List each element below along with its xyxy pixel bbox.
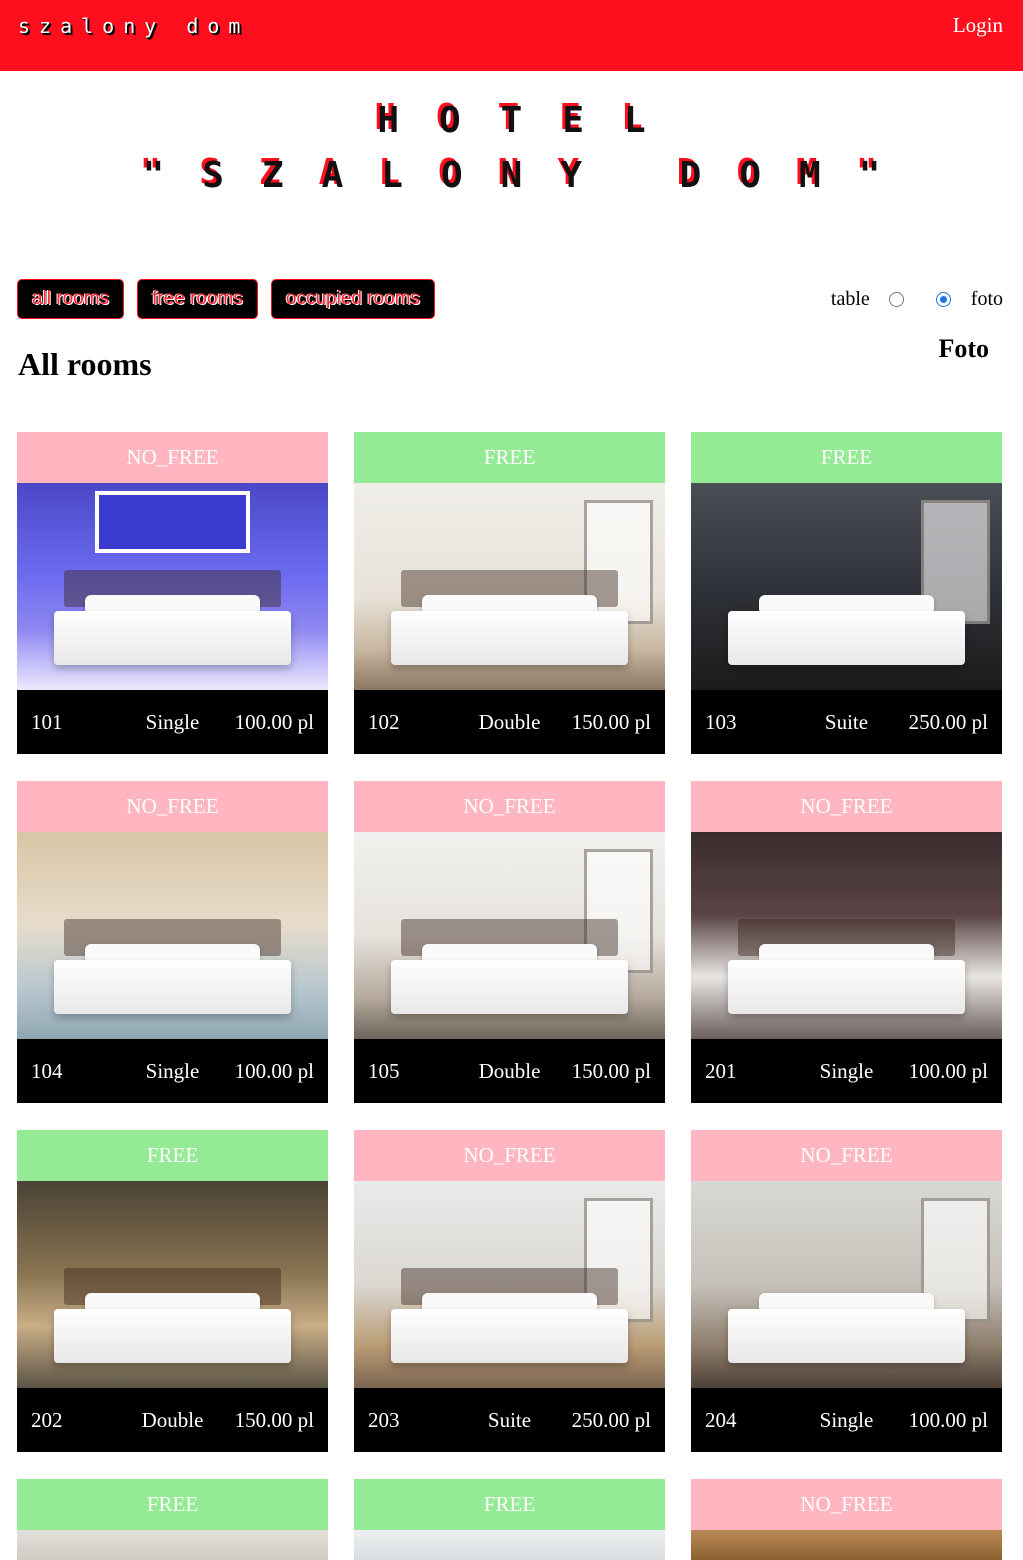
room-number: 204	[705, 1407, 737, 1432]
login-link[interactable]: Login	[953, 13, 1003, 38]
room-info-bar: 202 Double 150.00 pl	[17, 1388, 328, 1452]
brand-logo[interactable]: szalony dom	[18, 14, 249, 38]
room-photo	[354, 1181, 665, 1388]
room-number: 101	[31, 709, 63, 734]
room-info-bar: 102 Double 150.00 pl	[354, 690, 665, 754]
room-photo	[691, 1181, 1002, 1388]
hero-title-line2: "SZALONY DOM"	[142, 155, 919, 196]
room-info-bar: 101 Single 100.00 pl	[17, 690, 328, 754]
room-status-badge: FREE	[17, 1479, 328, 1530]
room-price: 150.00 pl	[571, 1058, 651, 1083]
room-photo	[691, 1530, 1002, 1560]
room-number: 201	[705, 1058, 737, 1083]
room-number: 203	[368, 1407, 400, 1432]
view-mode-title: Foto	[938, 334, 989, 363]
room-number: 105	[368, 1058, 400, 1083]
room-card[interactable]: NO_FREE 203 Suite 250.00 pl	[354, 1130, 665, 1452]
room-photo	[354, 832, 665, 1039]
room-status-badge: NO_FREE	[691, 1130, 1002, 1181]
view-toggle: table foto	[831, 288, 1003, 311]
room-price: 150.00 pl	[571, 709, 651, 734]
room-status-badge: NO_FREE	[354, 781, 665, 832]
room-number: 102	[368, 709, 400, 734]
hero-title: HOTEL "SZALONY DOM"	[0, 100, 1023, 196]
filter-occupied-rooms-button[interactable]: occupied rooms	[270, 279, 436, 319]
room-price: 150.00 pl	[234, 1407, 314, 1432]
room-price: 100.00 pl	[908, 1407, 988, 1432]
room-info-bar: 204 Single 100.00 pl	[691, 1388, 1002, 1452]
room-status-badge: NO_FREE	[17, 432, 328, 483]
room-card[interactable]: FREE 102 Double 150.00 pl	[354, 432, 665, 754]
room-card[interactable]: FREE 202 Double 150.00 pl	[17, 1130, 328, 1452]
room-status-badge: NO_FREE	[691, 1479, 1002, 1530]
room-info-bar: 103 Suite 250.00 pl	[691, 690, 1002, 754]
room-card[interactable]: NO_FREE 104 Single 100.00 pl	[17, 781, 328, 1103]
room-photo	[17, 832, 328, 1039]
room-card[interactable]: FREE 103 Suite 250.00 pl	[691, 432, 1002, 754]
room-status-badge: NO_FREE	[17, 781, 328, 832]
room-info-bar: 201 Single 100.00 pl	[691, 1039, 1002, 1103]
filter-free-rooms-button[interactable]: free rooms	[137, 279, 258, 319]
room-price: 100.00 pl	[908, 1058, 988, 1083]
room-status-badge: NO_FREE	[691, 781, 1002, 832]
room-card[interactable]: NO_FREE	[691, 1479, 1002, 1560]
room-photo	[691, 832, 1002, 1039]
view-table-label: table	[830, 288, 870, 310]
room-price: 100.00 pl	[234, 709, 314, 734]
room-number: 104	[31, 1058, 63, 1083]
room-photo	[354, 483, 665, 690]
room-price: 250.00 pl	[571, 1407, 651, 1432]
view-table-radio[interactable]	[888, 292, 904, 307]
room-photo	[17, 1530, 328, 1560]
room-photo	[354, 1530, 665, 1560]
room-status-badge: FREE	[17, 1130, 328, 1181]
room-card[interactable]: FREE	[354, 1479, 665, 1560]
view-foto-radio[interactable]	[935, 292, 951, 307]
room-card[interactable]: NO_FREE 101 Single 100.00 pl	[17, 432, 328, 754]
room-card[interactable]: NO_FREE 204 Single 100.00 pl	[691, 1130, 1002, 1452]
hero-title-line1: HOTEL	[377, 100, 686, 141]
room-filters: all rooms free rooms occupied rooms	[17, 279, 436, 319]
room-price: 250.00 pl	[908, 709, 988, 734]
filter-all-rooms-button[interactable]: all rooms	[17, 279, 125, 319]
room-card[interactable]: NO_FREE 201 Single 100.00 pl	[691, 781, 1002, 1103]
room-info-bar: 105 Double 150.00 pl	[354, 1039, 665, 1103]
room-photo	[17, 483, 328, 690]
room-number: 103	[705, 709, 737, 734]
room-photo	[691, 483, 1002, 690]
room-card[interactable]: FREE	[17, 1479, 328, 1560]
room-status-badge: FREE	[354, 1479, 665, 1530]
rooms-grid: NO_FREE 101 Single 100.00 pl FREE 102 Do…	[17, 432, 1003, 1560]
view-foto-label: foto	[970, 288, 1003, 310]
room-status-badge: FREE	[354, 432, 665, 483]
room-card[interactable]: NO_FREE 105 Double 150.00 pl	[354, 781, 665, 1103]
room-status-badge: NO_FREE	[354, 1130, 665, 1181]
room-info-bar: 104 Single 100.00 pl	[17, 1039, 328, 1103]
room-info-bar: 203 Suite 250.00 pl	[354, 1388, 665, 1452]
room-status-badge: FREE	[691, 432, 1002, 483]
room-photo	[17, 1181, 328, 1388]
section-title: All rooms	[18, 346, 152, 382]
room-price: 100.00 pl	[234, 1058, 314, 1083]
room-number: 202	[31, 1407, 63, 1432]
top-navbar: szalony dom Login	[0, 0, 1023, 71]
